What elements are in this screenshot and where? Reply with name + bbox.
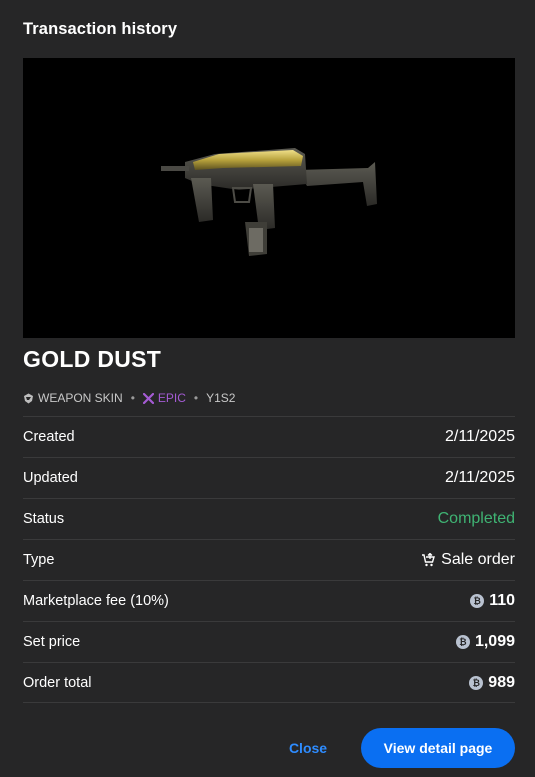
detail-row-status: Status Completed — [23, 498, 515, 539]
dialog-title: Transaction history — [23, 20, 178, 38]
fee-value: 110 — [489, 592, 515, 609]
separator: • — [193, 391, 199, 405]
credit-coin-icon: ₿ — [455, 635, 470, 649]
order-total-value: 989 — [488, 673, 515, 691]
item-season: Y1S2 — [206, 391, 236, 405]
set-price-value: 1,099 — [474, 633, 515, 650]
credit-coin-icon: ₿ — [470, 594, 485, 608]
detail-row-order-total: Order total ₿ 989 — [23, 662, 515, 703]
detail-value: 2/11/2025 — [445, 469, 515, 486]
type-value: Sale order — [441, 551, 515, 568]
detail-row-created: Created 2/11/2025 — [23, 416, 515, 457]
detail-value: ₿ 989 — [469, 674, 515, 692]
item-rarity: EPIC — [157, 391, 186, 405]
transaction-details: Created 2/11/2025 Updated 2/11/2025 Stat… — [23, 416, 515, 703]
detail-row-set-price: Set price ₿ 1,099 — [23, 621, 515, 662]
detail-value: ₿ 1,099 — [455, 633, 515, 651]
view-detail-page-button[interactable]: View detail page — [361, 728, 515, 768]
item-category: WEAPON SKIN — [38, 391, 123, 405]
transaction-history-dialog: Transaction history GOLD DUST WEAPON SKI… — [0, 0, 535, 777]
item-image — [23, 58, 515, 338]
detail-label: Type — [23, 552, 55, 568]
sale-order-icon — [421, 552, 436, 568]
detail-label: Order total — [23, 674, 92, 691]
epic-rarity-icon — [142, 392, 154, 404]
detail-value: Sale order — [421, 551, 515, 569]
close-button[interactable]: Close — [280, 733, 336, 763]
weapon-image — [161, 148, 377, 256]
detail-row-updated: Updated 2/11/2025 — [23, 457, 515, 498]
weapon-skin-icon — [24, 393, 33, 403]
detail-label: Created — [23, 429, 75, 445]
detail-row-type: Type Sale order — [23, 539, 515, 580]
detail-row-fee: Marketplace fee (10%) ₿ 110 — [23, 580, 515, 621]
item-tags: WEAPON SKIN • EPIC • Y1S2 — [23, 391, 235, 405]
item-name: GOLD DUST — [23, 346, 162, 372]
status-value: Completed — [437, 510, 515, 527]
detail-label: Set price — [23, 634, 81, 650]
detail-value: 2/11/2025 — [445, 428, 515, 445]
credit-coin-icon: ₿ — [469, 675, 484, 690]
detail-label: Marketplace fee (10%) — [23, 593, 169, 609]
detail-label: Status — [23, 511, 65, 527]
detail-label: Updated — [23, 470, 78, 486]
detail-value: ₿ 110 — [470, 592, 515, 610]
separator: • — [130, 391, 135, 405]
